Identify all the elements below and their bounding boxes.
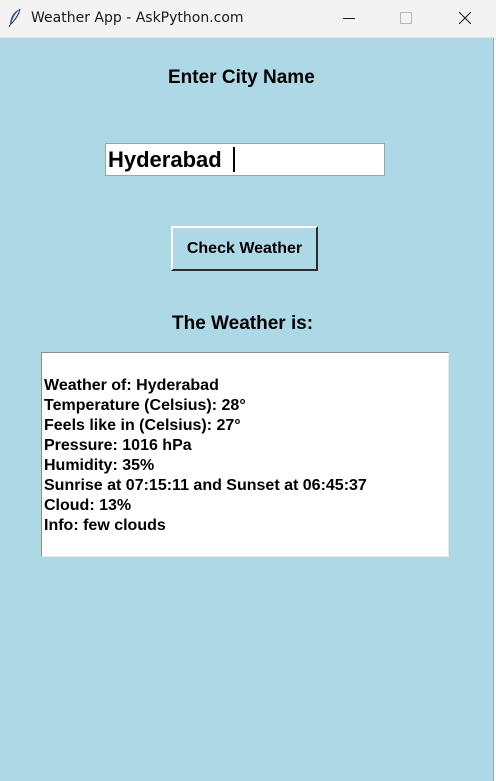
result-line-humidity: Humidity: 35% (44, 457, 155, 474)
city-heading: Enter City Name (168, 67, 315, 88)
text-cursor (233, 147, 235, 172)
result-line-feels-like: Feels like in (Celsius): 27° (44, 417, 241, 434)
app-content: Enter City Name Check Weather The Weathe… (0, 38, 493, 781)
result-line-pressure: Pressure: 1016 hPa (44, 437, 192, 454)
app-window: Weather App - AskPython.com Enter City N… (0, 0, 496, 781)
check-weather-button[interactable]: Check Weather (171, 226, 318, 271)
maximize-icon (400, 12, 412, 24)
result-line-sunrise-sunset: Sunrise at 07:15:11 and Sunset at 06:45:… (44, 477, 367, 494)
minimize-icon (343, 18, 355, 19)
city-input[interactable] (105, 143, 385, 176)
minimize-button[interactable] (326, 0, 372, 37)
window-title: Weather App - AskPython.com (31, 10, 244, 26)
result-line-cloud: Cloud: 13% (44, 497, 132, 514)
close-button[interactable] (442, 0, 488, 37)
maximize-button[interactable] (383, 0, 429, 37)
result-line-info: Info: few clouds (44, 517, 166, 534)
title-bar[interactable]: Weather App - AskPython.com (0, 0, 496, 38)
weather-result-box[interactable]: Weather of: Hyderabad Temperature (Celsi… (41, 352, 449, 557)
weather-heading: The Weather is: (172, 313, 314, 334)
close-icon (459, 12, 471, 24)
feather-icon (7, 8, 23, 28)
result-line-weather-of: Weather of: Hyderabad (44, 377, 219, 394)
result-line-temperature: Temperature (Celsius): 28° (44, 397, 246, 414)
